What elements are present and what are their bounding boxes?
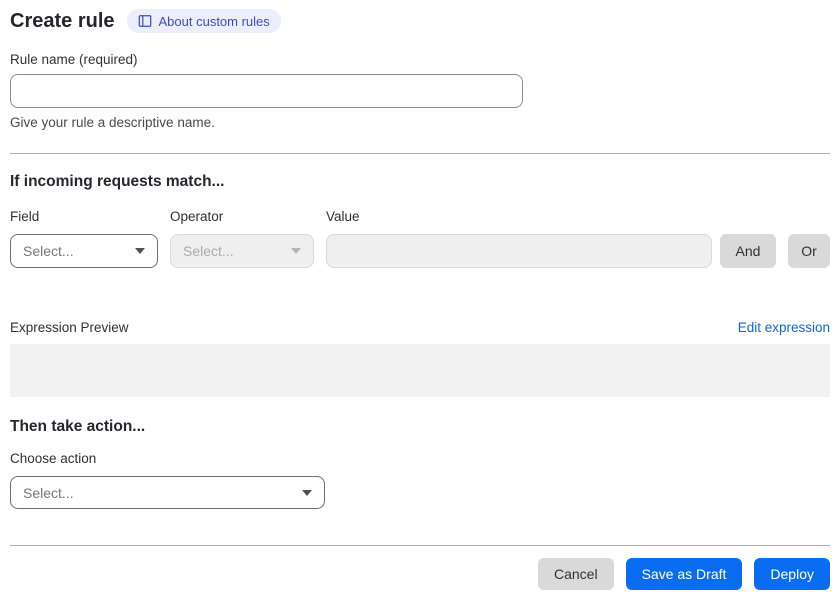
rule-name-helper: Give your rule a descriptive name. [10,115,215,130]
book-icon [138,14,152,28]
chevron-down-icon [135,248,145,254]
or-button[interactable]: Or [788,234,830,268]
page-header: Create rule About custom rules [10,9,830,33]
chevron-down-icon [291,248,301,254]
value-label: Value [326,209,360,224]
cancel-button[interactable]: Cancel [537,558,614,590]
footer-actions: Cancel Save as Draft Deploy [10,558,830,590]
field-column: Field Select... [10,209,158,268]
operator-select[interactable]: Select... [170,234,314,268]
deploy-button[interactable]: Deploy [754,558,830,590]
section-divider [10,153,830,154]
value-column: Value [326,209,712,268]
edit-expression-link[interactable]: Edit expression [738,320,830,336]
about-custom-rules-label: About custom rules [158,13,270,29]
chevron-down-icon [302,489,312,496]
footer-divider [10,545,830,546]
field-label: Field [10,209,40,224]
choose-action-select[interactable]: Select... [10,476,325,509]
value-input[interactable] [326,234,712,268]
rule-name-input[interactable] [10,74,523,108]
expression-preview-box [10,344,830,397]
choose-action-label: Choose action [10,451,97,466]
save-as-draft-button[interactable]: Save as Draft [625,558,743,590]
expression-preview-header: Expression Preview Edit expression [10,320,830,336]
expression-builder-row: Field Select... Operator Select... Value… [10,209,830,268]
action-section-heading: Then take action... [10,418,146,435]
rule-name-label: Rule name (required) [10,52,138,67]
about-custom-rules-link[interactable]: About custom rules [126,9,281,33]
match-section-heading: If incoming requests match... [10,173,225,190]
and-button[interactable]: And [720,234,776,268]
expression-preview-label: Expression Preview [10,320,129,335]
create-rule-form: Create rule About custom rules Rule name… [0,0,839,590]
choose-action-select-value: Select... [23,484,74,501]
field-select-value: Select... [23,243,74,259]
operator-column: Operator Select... [170,209,314,268]
operator-label: Operator [170,209,224,224]
page-title: Create rule [10,10,115,32]
operator-select-value: Select... [183,243,234,259]
field-select[interactable]: Select... [10,234,158,268]
